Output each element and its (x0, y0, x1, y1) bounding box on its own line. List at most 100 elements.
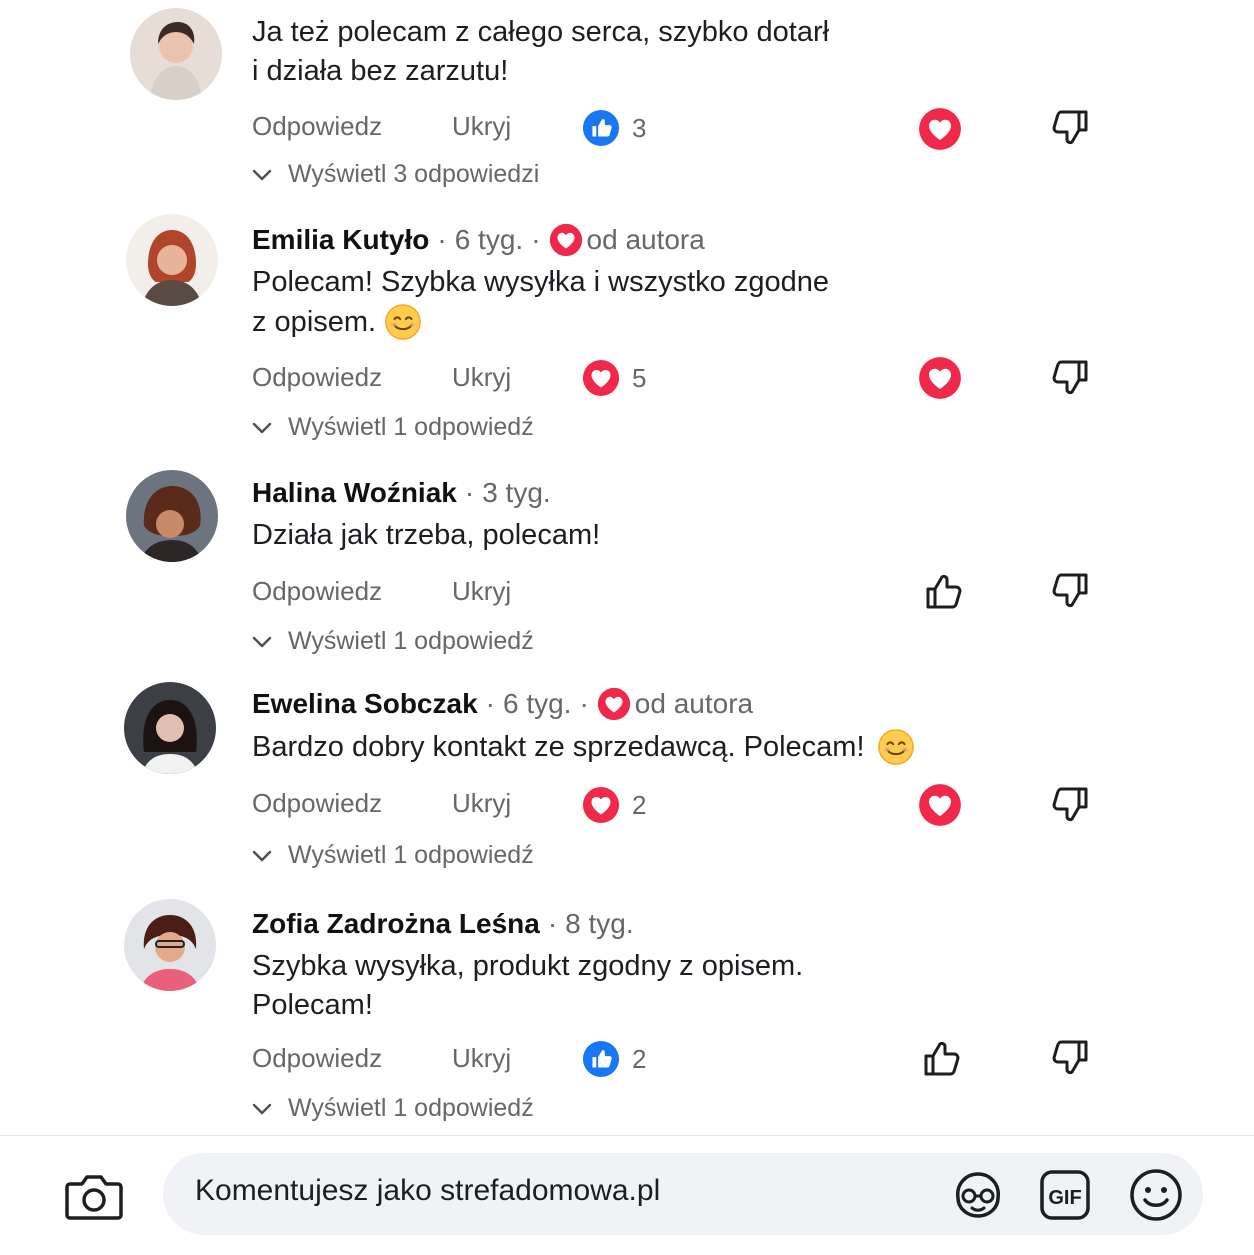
reaction-count: 2 (632, 789, 647, 820)
love-reaction-icon (549, 223, 583, 257)
view-replies-link[interactable]: Wyświetl 1 odpowiedź (250, 413, 534, 442)
reply-button[interactable]: Odpowiedz (252, 1043, 382, 1074)
reply-button[interactable]: Odpowiedz (252, 362, 382, 393)
love-react-button[interactable] (918, 356, 962, 400)
love-reaction-icon (918, 356, 962, 400)
view-replies-link[interactable]: Wyświetl 1 odpowiedź (250, 627, 534, 656)
like-button[interactable] (922, 569, 966, 613)
comment-text-line: Szybka wysyłka, produkt zgodny z opisem. (252, 950, 804, 982)
timestamp[interactable]: 3 tyg. (482, 475, 550, 511)
view-replies-label: Wyświetl 1 odpowiedź (288, 1094, 534, 1122)
view-replies-label: Wyświetl 1 odpowiedź (288, 841, 534, 869)
avatar[interactable] (124, 682, 216, 774)
author-badge-label: od autora (634, 688, 754, 719)
dislike-button[interactable] (1048, 356, 1092, 400)
reaction-summary[interactable]: 3 (582, 109, 646, 147)
separator-dot: · (437, 224, 447, 255)
chevron-down-icon (250, 844, 274, 868)
hide-button[interactable]: Ukryj (452, 576, 511, 607)
avatar[interactable] (126, 214, 218, 306)
comment-text-line: Bardzo dobry kontakt ze sprzedawcą. Pole… (252, 731, 865, 763)
svg-text:GIF: GIF (1048, 1187, 1081, 1209)
author-love-badge: od autora (597, 686, 753, 722)
separator-dot: · (464, 477, 475, 508)
comment-header: Emilia Kutyło · 6 tyg. · od autora (252, 222, 705, 258)
author-name[interactable]: Emilia Kutyło (252, 222, 429, 258)
comment-text-line: Działa jak trzeba, polecam! (252, 519, 601, 551)
separator-dot: · (579, 688, 589, 719)
separator-dot: · (547, 908, 558, 939)
dislike-button[interactable] (1048, 1036, 1092, 1080)
thumbs-down-outline-icon (1048, 783, 1092, 827)
reaction-count: 2 (632, 1043, 647, 1074)
reaction-summary[interactable]: 2 (582, 786, 646, 824)
love-react-button[interactable] (918, 107, 962, 151)
comment-text-line: Ja też polecam z całego serca, szybko do… (252, 16, 830, 48)
thumbs-down-outline-icon (1048, 569, 1092, 613)
thumbs-up-outline-icon (922, 569, 966, 613)
thumbs-down-outline-icon (1048, 1036, 1092, 1080)
love-reaction-icon (918, 783, 962, 827)
like-reaction-icon (582, 1040, 620, 1078)
avatar-sticker-button[interactable] (950, 1168, 1006, 1222)
timestamp[interactable]: 8 tyg. (565, 906, 633, 942)
author-name[interactable]: Zofia Zadrożna Leśna (252, 906, 540, 942)
avatar[interactable] (126, 470, 218, 562)
separator-dot: · (485, 688, 495, 719)
hide-button[interactable]: Ukryj (452, 111, 511, 142)
love-reaction-icon (918, 107, 962, 151)
camera-button[interactable] (64, 1170, 124, 1224)
reaction-summary[interactable]: 2 (582, 1040, 646, 1078)
comment-text-line: Polecam! Szybka wysyłka i wszystko zgodn… (252, 266, 829, 298)
comment-header: Ewelina Sobczak · 6 tyg. · od autora (252, 686, 753, 722)
chevron-down-icon (250, 630, 274, 654)
timestamp[interactable]: 6 tyg. (503, 686, 571, 722)
dislike-button[interactable] (1048, 783, 1092, 827)
comment-input-placeholder: Komentujesz jako strefadomowa.pl (195, 1174, 661, 1207)
comment-header: Halina Woźniak · 3 tyg. (252, 475, 551, 511)
separator-dot: · (531, 224, 541, 255)
author-badge-label: od autora (586, 224, 705, 255)
thumbs-up-outline-icon (920, 1036, 964, 1080)
reply-button[interactable]: Odpowiedz (252, 788, 382, 819)
reply-button[interactable]: Odpowiedz (252, 576, 382, 607)
view-replies-label: Wyświetl 1 odpowiedź (288, 413, 534, 441)
author-love-badge: od autora (549, 222, 705, 258)
comment-text-line: Polecam! (252, 989, 373, 1021)
view-replies-link[interactable]: Wyświetl 1 odpowiedź (250, 1094, 534, 1123)
comment-header: Zofia Zadrożna Leśna · 8 tyg. (252, 906, 634, 942)
view-replies-label: Wyświetl 1 odpowiedź (288, 627, 534, 655)
chevron-down-icon (250, 163, 274, 187)
thumbs-down-outline-icon (1048, 106, 1092, 150)
avatar[interactable] (130, 8, 222, 100)
comment-input[interactable]: Komentujesz jako strefadomowa.pl GIF (163, 1153, 1203, 1235)
avatar[interactable] (124, 899, 216, 991)
comment-text-line-wrap: z opisem. (252, 302, 422, 342)
smiling-emoji-icon (384, 303, 422, 341)
reaction-count: 5 (632, 362, 647, 393)
love-react-button[interactable] (918, 783, 962, 827)
hide-button[interactable]: Ukryj (452, 362, 511, 393)
emoji-button[interactable] (1128, 1167, 1184, 1223)
smiling-emoji-icon (877, 728, 915, 766)
dislike-button[interactable] (1048, 569, 1092, 613)
view-replies-link[interactable]: Wyświetl 1 odpowiedź (250, 841, 534, 870)
author-name[interactable]: Halina Woźniak (252, 475, 457, 511)
comment-text-line: i działa bez zarzutu! (252, 55, 509, 87)
reply-button[interactable]: Odpowiedz (252, 111, 382, 142)
hide-button[interactable]: Ukryj (452, 788, 511, 819)
timestamp[interactable]: 6 tyg. (455, 222, 523, 258)
camera-icon (65, 1175, 123, 1220)
comment-text-line: z opisem. (252, 306, 377, 338)
gif-button[interactable]: GIF (1038, 1168, 1092, 1222)
thumbs-down-outline-icon (1048, 356, 1092, 400)
hide-button[interactable]: Ukryj (452, 1043, 511, 1074)
like-button[interactable] (920, 1036, 964, 1080)
reaction-summary[interactable]: 5 (582, 359, 646, 397)
view-replies-link[interactable]: Wyświetl 3 odpowiedzi (250, 160, 539, 189)
love-reaction-icon (582, 359, 620, 397)
comment-text-line-wrap: Bardzo dobry kontakt ze sprzedawcą. Pole… (252, 727, 915, 767)
author-name[interactable]: Ewelina Sobczak (252, 686, 478, 722)
gif-icon: GIF (1040, 1170, 1090, 1220)
dislike-button[interactable] (1048, 106, 1092, 150)
